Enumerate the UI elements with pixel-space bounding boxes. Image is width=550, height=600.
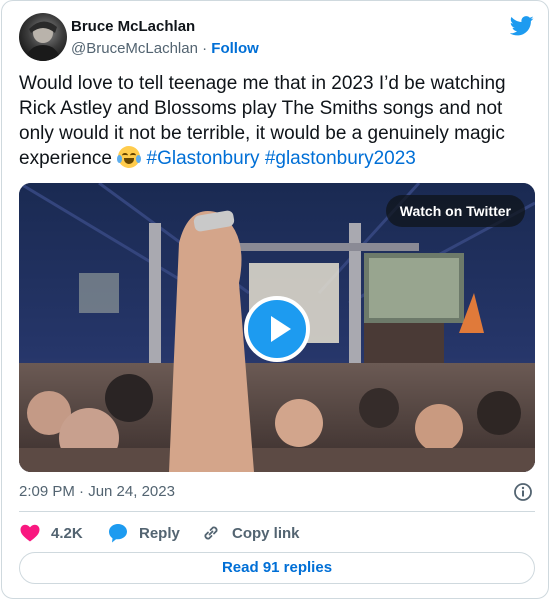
tweet-card: Bruce McLachlan @BruceMcLachlan · Follow… [1,0,549,599]
hashtag-glastonbury2023[interactable]: #glastonbury2023 [265,148,416,169]
info-icon[interactable] [513,482,533,502]
divider [19,511,535,512]
author-name[interactable]: Bruce McLachlan [71,18,195,35]
play-icon[interactable] [244,296,310,362]
watch-on-twitter-button[interactable]: Watch on Twitter [385,195,525,227]
copy-link-label: Copy link [232,524,300,542]
author-handle-row: @BruceMcLachlan · Follow [71,40,259,57]
like-button[interactable]: 4.2K [20,521,83,545]
reply-label: Reply [139,524,180,542]
follow-button[interactable]: Follow [211,40,259,57]
video-thumbnail[interactable]: Watch on Twitter [19,183,535,472]
avatar[interactable] [19,13,67,61]
hashtag-glastonbury[interactable]: #Glastonbury [147,148,260,169]
twitter-bird-icon[interactable] [510,16,534,36]
author-handle[interactable]: @BruceMcLachlan [71,40,198,57]
handle-separator: · [202,40,208,57]
tears-of-joy-emoji-icon [117,146,142,168]
copy-link-button[interactable]: Copy link [201,521,300,545]
heart-icon [20,524,40,542]
tweet-text: Would love to tell teenage me that in 20… [19,71,535,171]
reply-button[interactable]: Reply [108,521,180,545]
read-replies-button[interactable]: Read 91 replies [19,552,535,584]
tweet-timestamp[interactable]: 2:09 PM · Jun 24, 2023 [19,483,175,500]
like-count: 4.2K [51,524,83,542]
tweet-body: Would love to tell teenage me that in 20… [19,73,506,169]
reply-bubble-icon [109,524,127,543]
avatar-photo [25,21,61,61]
link-icon [204,526,218,540]
